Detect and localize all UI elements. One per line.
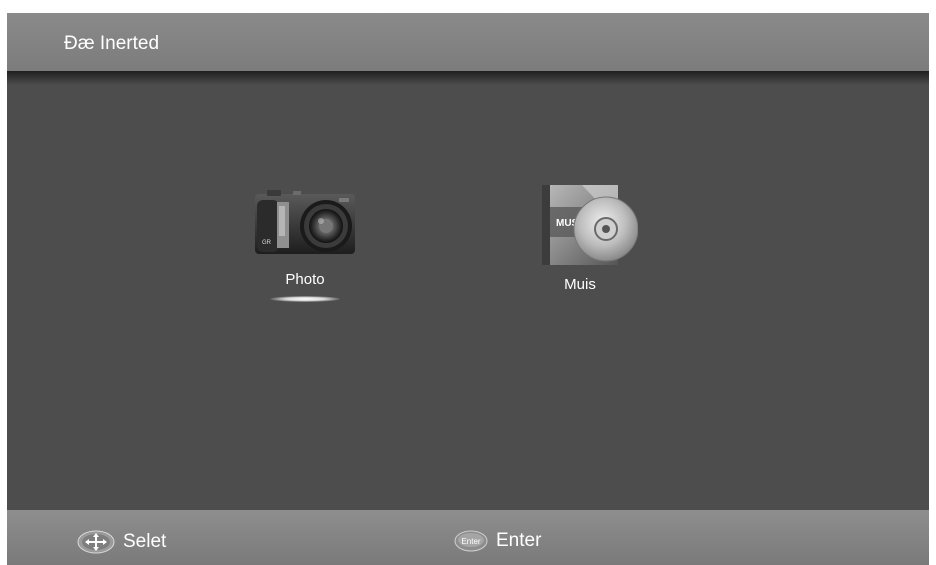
enter-key-text: Enter (461, 537, 480, 546)
menu-item-music[interactable]: MUS Muis (510, 183, 650, 293)
selection-indicator (270, 296, 340, 302)
dpad-icon (77, 530, 115, 554)
enter-hint-label: Enter (496, 530, 542, 551)
select-hint: Selet (77, 530, 166, 554)
menu-label-music: Muis (564, 276, 596, 293)
camera-icon: GR (255, 190, 355, 254)
footer-bar: Selet Enter Enter (7, 510, 929, 565)
select-hint-label: Selet (123, 531, 167, 552)
screen-frame: Ðæ Inerted GR Photo MUS Muis Selet Enter… (7, 13, 929, 565)
header-shadow (7, 71, 929, 85)
menu-item-photo[interactable]: GR Photo (235, 188, 375, 302)
svg-text:GR: GR (262, 240, 272, 246)
menu-label-photo: Photo (285, 271, 325, 288)
page-title: Ðæ Inerted (64, 33, 160, 54)
enter-key-icon: Enter (454, 530, 488, 552)
enter-hint: Enter Enter (454, 530, 541, 552)
music-disc-icon: MUS (542, 185, 639, 265)
header-bar: Ðæ Inerted (7, 13, 929, 71)
